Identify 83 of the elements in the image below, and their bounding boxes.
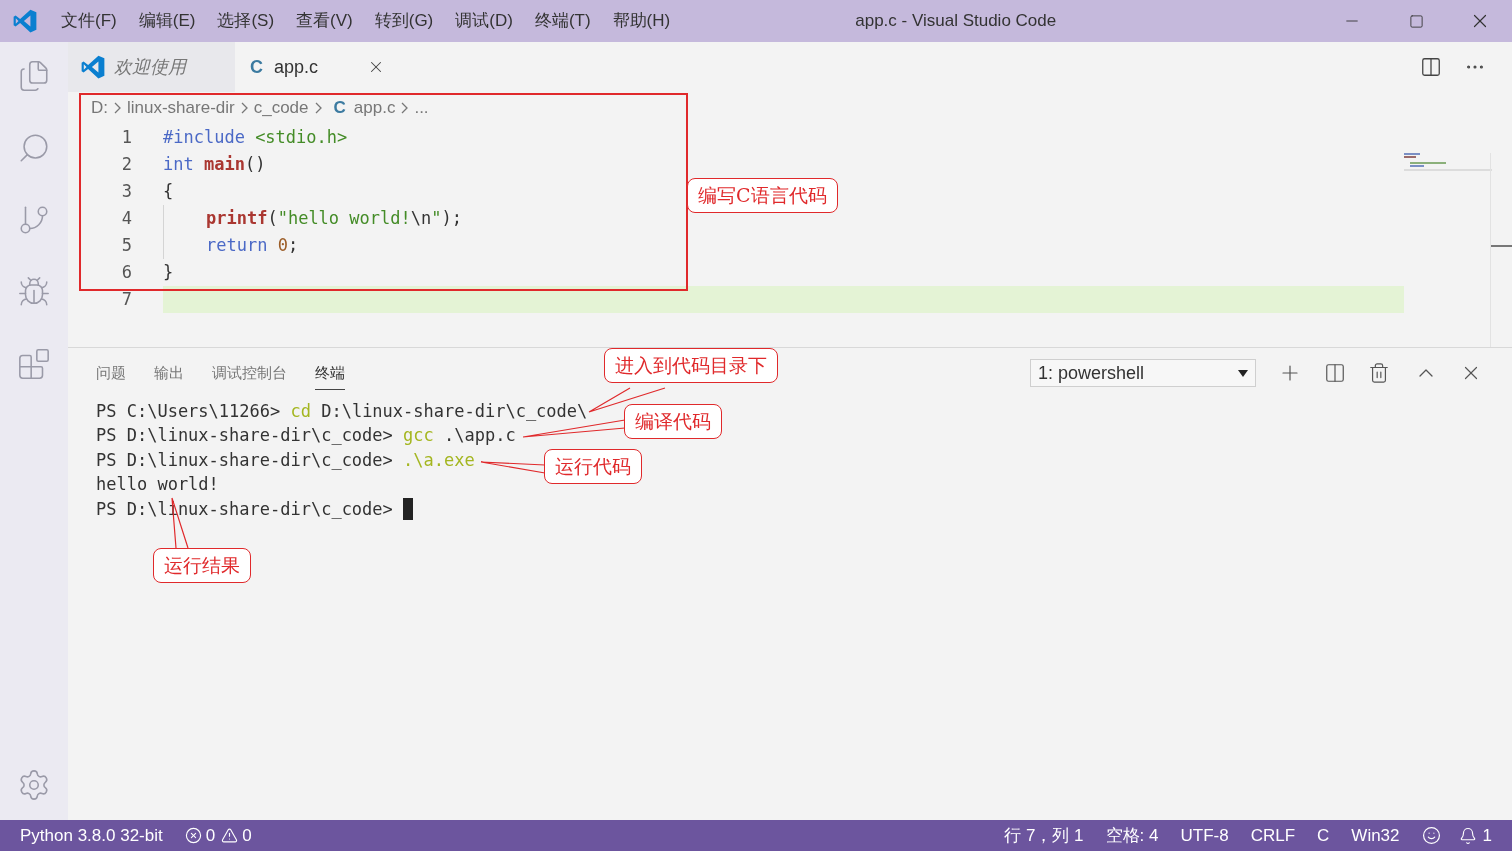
error-count[interactable]: 0 <box>205 822 216 849</box>
chevron-icon <box>401 102 409 114</box>
platform-status[interactable]: Win32 <box>1351 822 1400 849</box>
breadcrumb-item[interactable]: ... <box>414 95 429 121</box>
code-text: } <box>163 260 174 284</box>
line-number: 7 <box>120 287 132 311</box>
tab-label: 欢迎使用 <box>114 55 186 79</box>
notification-count[interactable]: 1 <box>1482 822 1492 849</box>
annotation-callout: 编写C语言代码 <box>687 178 838 213</box>
code-text: return 0; <box>206 233 299 257</box>
trash-icon[interactable] <box>1368 362 1390 384</box>
breadcrumb-item[interactable]: D: <box>91 95 108 121</box>
line-number: 6 <box>120 260 132 284</box>
line-number: 5 <box>120 233 132 257</box>
split-terminal-icon[interactable] <box>1324 362 1346 384</box>
leader-line <box>480 461 546 474</box>
panel-tab[interactable]: 调试控制台 <box>212 356 287 390</box>
panel-tab[interactable]: 终端 <box>315 356 345 390</box>
terminal-select[interactable]: 1: powershell <box>1030 359 1256 387</box>
terminal-text: D:\linux-share-dir\c_code\ <box>320 399 588 423</box>
menu-item[interactable]: 终端(T) <box>523 8 602 34</box>
panel-tab[interactable]: 问题 <box>96 356 126 390</box>
terminal-text: PS D:\linux-share-dir\c_code> <box>96 424 394 447</box>
editor-tab[interactable]: 欢迎使用 <box>68 42 235 92</box>
warning-icon <box>221 827 239 844</box>
line-number: 1 <box>120 125 132 149</box>
settings-icon[interactable] <box>17 768 51 802</box>
line-number: 2 <box>120 152 132 176</box>
file-type-icon: C <box>333 95 346 121</box>
maximize-icon[interactable] <box>1408 13 1424 29</box>
language-status[interactable]: C <box>1317 822 1330 849</box>
cursor-position[interactable]: 行 7，列 1 <box>1004 822 1084 849</box>
terminal-text: .\app.c <box>443 424 516 447</box>
chevron-icon <box>114 102 121 114</box>
annotation-callout: 运行代码 <box>544 449 642 484</box>
extensions-icon[interactable] <box>17 347 51 381</box>
interpreter-status[interactable]: Python 3.8.0 32-bit <box>20 822 163 849</box>
terminal-text: gcc <box>403 424 434 447</box>
menu-item[interactable]: 帮助(H) <box>601 8 682 34</box>
code-text: #include <stdio.h> <box>163 125 348 149</box>
overview-mark <box>1491 245 1512 247</box>
code-text: printf("hello world!\n"); <box>206 206 462 230</box>
menu-item[interactable]: 查看(V) <box>285 8 364 34</box>
code-text: { <box>163 179 174 203</box>
dropdown-caret-icon <box>1238 368 1248 378</box>
terminal-text: .\a.exe <box>403 448 475 472</box>
menu-item[interactable]: 文件(F) <box>50 8 128 34</box>
terminal-text: cd <box>290 399 311 423</box>
warning-count[interactable]: 0 <box>242 822 252 849</box>
breadcrumb-item[interactable]: c_code <box>253 95 309 121</box>
breadcrumb-item[interactable]: linux-share-dir <box>127 95 235 121</box>
eol-status[interactable]: CRLF <box>1250 822 1296 849</box>
panel-tab[interactable]: 输出 <box>154 356 184 390</box>
split-editor-icon[interactable] <box>1420 56 1442 78</box>
terminal-cursor <box>403 498 414 521</box>
explorer-icon[interactable] <box>17 59 51 93</box>
annotation-callout: 编译代码 <box>624 404 722 439</box>
indent-status[interactable]: 空格: 4 <box>1105 822 1159 849</box>
app-logo-icon <box>12 8 38 34</box>
chevron-icon <box>240 102 248 114</box>
line-number: 3 <box>120 179 132 203</box>
encoding-status[interactable]: UTF-8 <box>1180 822 1229 849</box>
feedback-icon[interactable] <box>1421 826 1441 845</box>
code-text: int main() <box>163 152 266 176</box>
annotation-callout: 运行结果 <box>153 548 251 583</box>
source-control-icon[interactable] <box>17 203 51 237</box>
terminal-text: PS D:\linux-share-dir\c_code> <box>96 448 394 472</box>
terminal-text: PS C:\Users\11266> <box>96 399 282 423</box>
menu-item[interactable]: 转到(G) <box>363 8 445 34</box>
menu-item[interactable]: 选择(S) <box>206 8 286 34</box>
app-logo-icon <box>80 54 106 80</box>
window-title: app.c - Visual Studio Code <box>855 10 1057 33</box>
annotation-callout: 进入到代码目录下 <box>604 348 778 383</box>
menu-item[interactable]: 编辑(E) <box>127 8 207 34</box>
terminal-text: hello world! <box>96 473 219 496</box>
tab-label: app.c <box>274 55 319 79</box>
error-icon <box>184 827 202 844</box>
file-type-icon: C <box>250 53 263 81</box>
line-number: 4 <box>120 206 132 230</box>
breadcrumb-item[interactable]: app.c <box>353 95 396 121</box>
menu-item[interactable]: 调试(D) <box>444 8 524 34</box>
chevron-icon <box>314 102 322 114</box>
notification-icon[interactable] <box>1458 826 1477 845</box>
